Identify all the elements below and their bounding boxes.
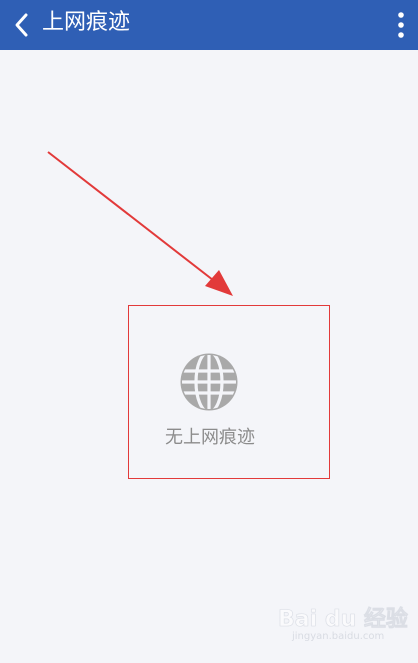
empty-state-highlight-box: 无上网痕迹 — [128, 305, 330, 479]
empty-state-message: 无上网痕迹 — [165, 427, 255, 448]
baidu-jingyan-watermark: Bai du 经验 jingyan.baidu.com — [258, 601, 408, 651]
app-screen: 上网痕迹 无上网痕迹 Bai du 经验 jingyan.baidu.com — [0, 0, 418, 663]
page-title: 上网痕迹 — [42, 10, 131, 35]
overflow-menu-button[interactable] — [388, 7, 414, 43]
more-vertical-icon — [398, 12, 404, 38]
watermark-brand: Bai du 经验 — [278, 607, 408, 633]
top-app-bar: 上网痕迹 — [0, 0, 418, 50]
back-button[interactable] — [6, 7, 38, 43]
watermark-url: jingyan.baidu.com — [292, 631, 385, 642]
globe-icon — [180, 353, 238, 411]
chevron-left-icon — [15, 13, 28, 37]
